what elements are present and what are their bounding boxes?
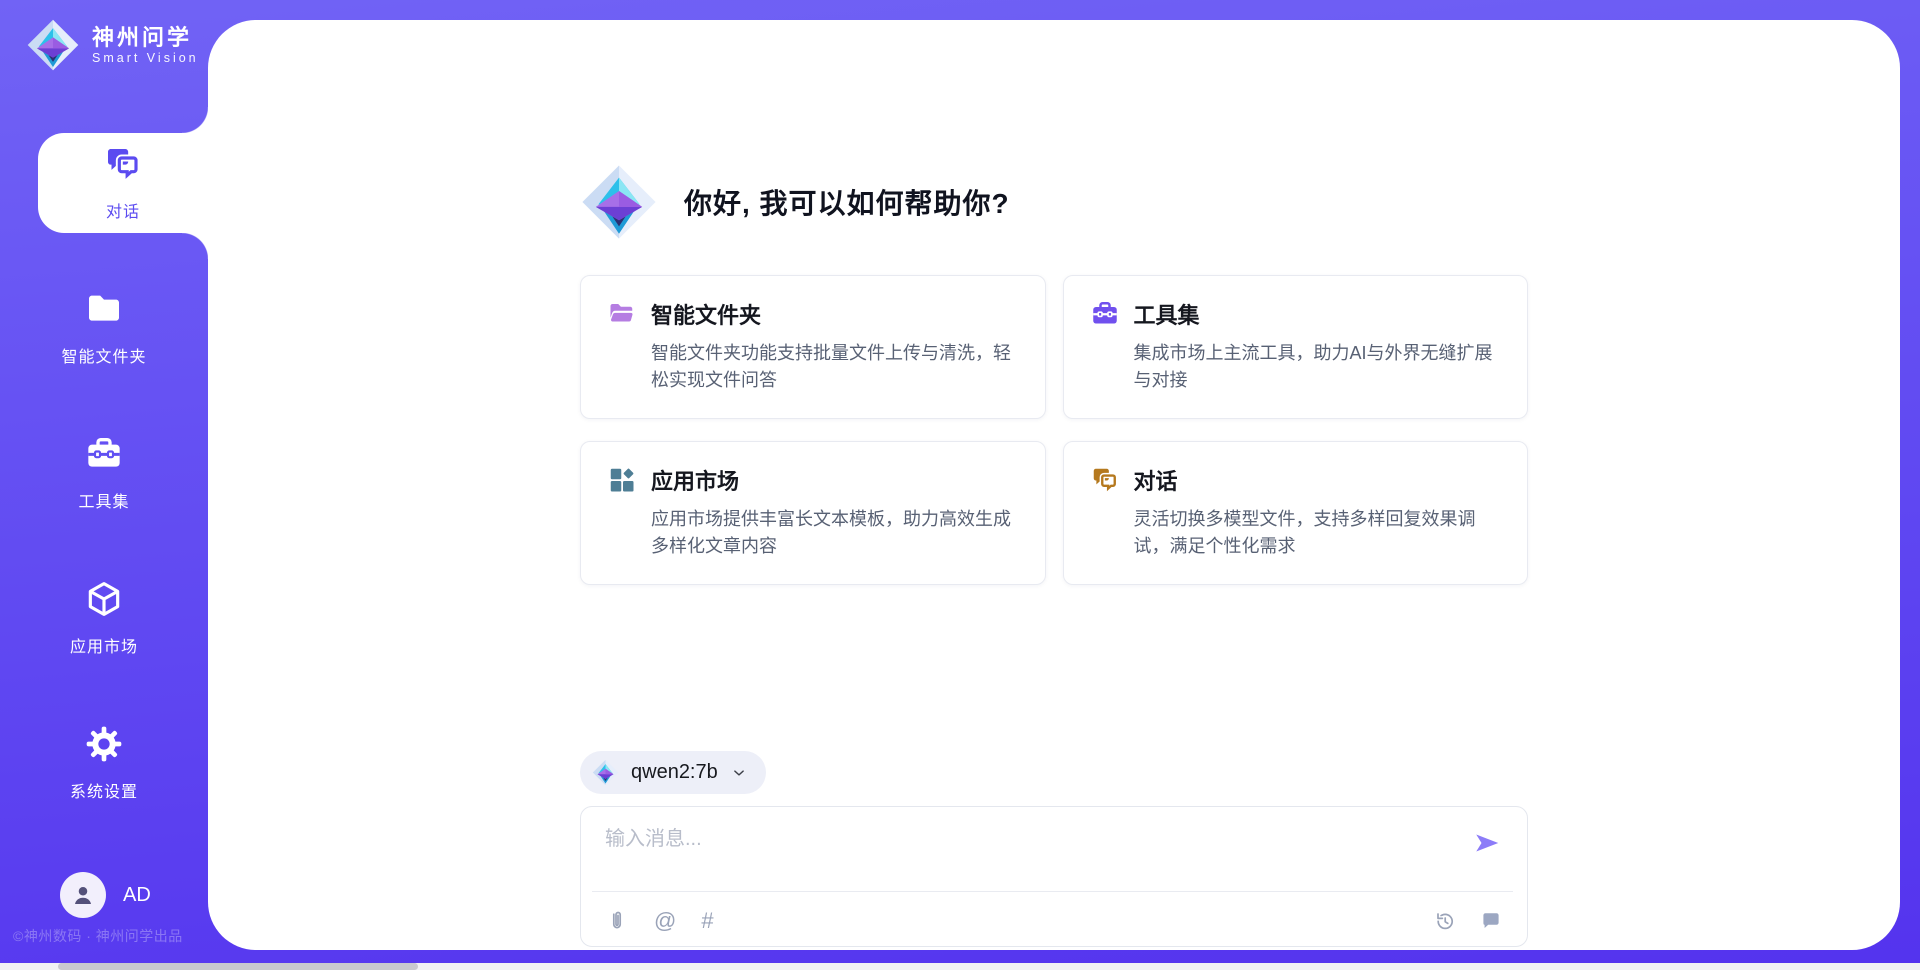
- sidebar-item-label: 智能文件夹: [61, 343, 146, 367]
- sidebar-item-settings[interactable]: 系统设置: [0, 713, 208, 813]
- attach-file-button[interactable]: [605, 909, 629, 933]
- card-toolset[interactable]: 工具集 集成市场上主流工具，助力AI与外界无缝扩展与对接: [1063, 275, 1529, 419]
- card-title: 应用市场: [651, 464, 739, 496]
- card-description: 智能文件夹功能支持批量文件上传与清洗，轻松实现文件问答: [651, 340, 1025, 394]
- copyright-text: ©神州数码 · 神州问学出品: [13, 926, 183, 946]
- message-input[interactable]: [605, 822, 1445, 880]
- greeting-title: 你好, 我可以如何帮助你?: [684, 182, 1010, 222]
- mention-button[interactable]: @: [654, 909, 676, 933]
- send-icon: [1472, 828, 1502, 858]
- chat-bubble-icon: [1479, 909, 1503, 933]
- card-title: 智能文件夹: [651, 298, 761, 330]
- card-description: 应用市场提供丰富长文本模板，助力高效生成多样化文章内容: [651, 506, 1025, 560]
- folder-icon: [84, 289, 124, 334]
- user-account[interactable]: AD: [60, 872, 151, 918]
- brand-subtitle: Smart Vision: [92, 51, 199, 65]
- message-composer: @ #: [580, 806, 1528, 947]
- sidebar-item-toolset[interactable]: 工具集: [0, 423, 208, 523]
- card-description: 灵活切换多模型文件，支持多样回复效果调试，满足个性化需求: [1134, 506, 1508, 560]
- chat-icon: [103, 144, 143, 189]
- history-button[interactable]: [1433, 909, 1457, 933]
- sidebar-item-chat[interactable]: 对话: [38, 133, 208, 233]
- history-icon: [1433, 909, 1457, 933]
- sidebar-item-smart-folder[interactable]: 智能文件夹: [0, 278, 208, 378]
- greeting-logo-icon: [580, 163, 658, 241]
- grid-icon: [607, 465, 637, 495]
- brand: 神州问学 Smart Vision: [0, 0, 208, 72]
- card-title: 对话: [1134, 464, 1178, 496]
- chevron-down-icon: [730, 764, 748, 782]
- toolbox-icon: [84, 434, 124, 479]
- toolbox-icon: [1090, 299, 1120, 329]
- card-description: 集成市场上主流工具，助力AI与外界无缝扩展与对接: [1134, 340, 1508, 394]
- person-icon: [68, 880, 98, 910]
- sidebar-item-label: 工具集: [78, 488, 129, 512]
- sidebar-item-app-market[interactable]: 应用市场: [0, 568, 208, 668]
- card-app-market[interactable]: 应用市场 应用市场提供丰富长文本模板，助力高效生成多样化文章内容: [580, 441, 1046, 585]
- composer-toolbar: @ #: [605, 909, 1503, 933]
- cube-icon: [84, 579, 124, 624]
- model-selector[interactable]: qwen2:7b: [580, 751, 766, 794]
- sidebar-item-label: 对话: [106, 198, 140, 222]
- horizontal-scrollbar[interactable]: [0, 963, 1920, 970]
- greeting: 你好, 我可以如何帮助你?: [580, 163, 1528, 241]
- sidebar-nav: 对话 智能文件夹 工具集: [0, 133, 208, 858]
- avatar: [60, 872, 106, 918]
- sidebar: 神州问学 Smart Vision 对话 智能文件夹: [0, 0, 208, 970]
- mention-icon: @: [654, 909, 676, 933]
- model-logo-icon: [592, 759, 619, 786]
- chat-bubble-button[interactable]: [1479, 909, 1503, 933]
- hashtag-button[interactable]: #: [701, 909, 713, 933]
- feature-cards: 智能文件夹 智能文件夹功能支持批量文件上传与清洗，轻松实现文件问答 工具集 集成…: [580, 275, 1528, 585]
- gear-icon: [84, 724, 124, 769]
- card-chat[interactable]: 对话 灵活切换多模型文件，支持多样回复效果调试，满足个性化需求: [1063, 441, 1529, 585]
- sidebar-item-label: 应用市场: [70, 633, 138, 657]
- attachment-icon: [605, 909, 629, 933]
- user-name: AD: [123, 884, 151, 907]
- brand-logo-icon: [26, 18, 80, 72]
- chat-icon: [1090, 465, 1120, 495]
- main-panel: 你好, 我可以如何帮助你? 智能文件夹 智能文件夹功能支持批量文件上传与清洗，轻…: [208, 20, 1900, 950]
- composer-divider: [592, 891, 1513, 892]
- brand-name: 神州问学: [92, 25, 199, 50]
- folder-open-icon: [607, 299, 637, 329]
- send-button[interactable]: [1471, 828, 1503, 860]
- sidebar-item-label: 系统设置: [70, 778, 138, 802]
- scrollbar-thumb[interactable]: [58, 963, 418, 970]
- model-name: qwen2:7b: [631, 761, 718, 784]
- card-title: 工具集: [1134, 298, 1200, 330]
- hashtag-icon: #: [701, 909, 713, 933]
- card-smart-folder[interactable]: 智能文件夹 智能文件夹功能支持批量文件上传与清洗，轻松实现文件问答: [580, 275, 1046, 419]
